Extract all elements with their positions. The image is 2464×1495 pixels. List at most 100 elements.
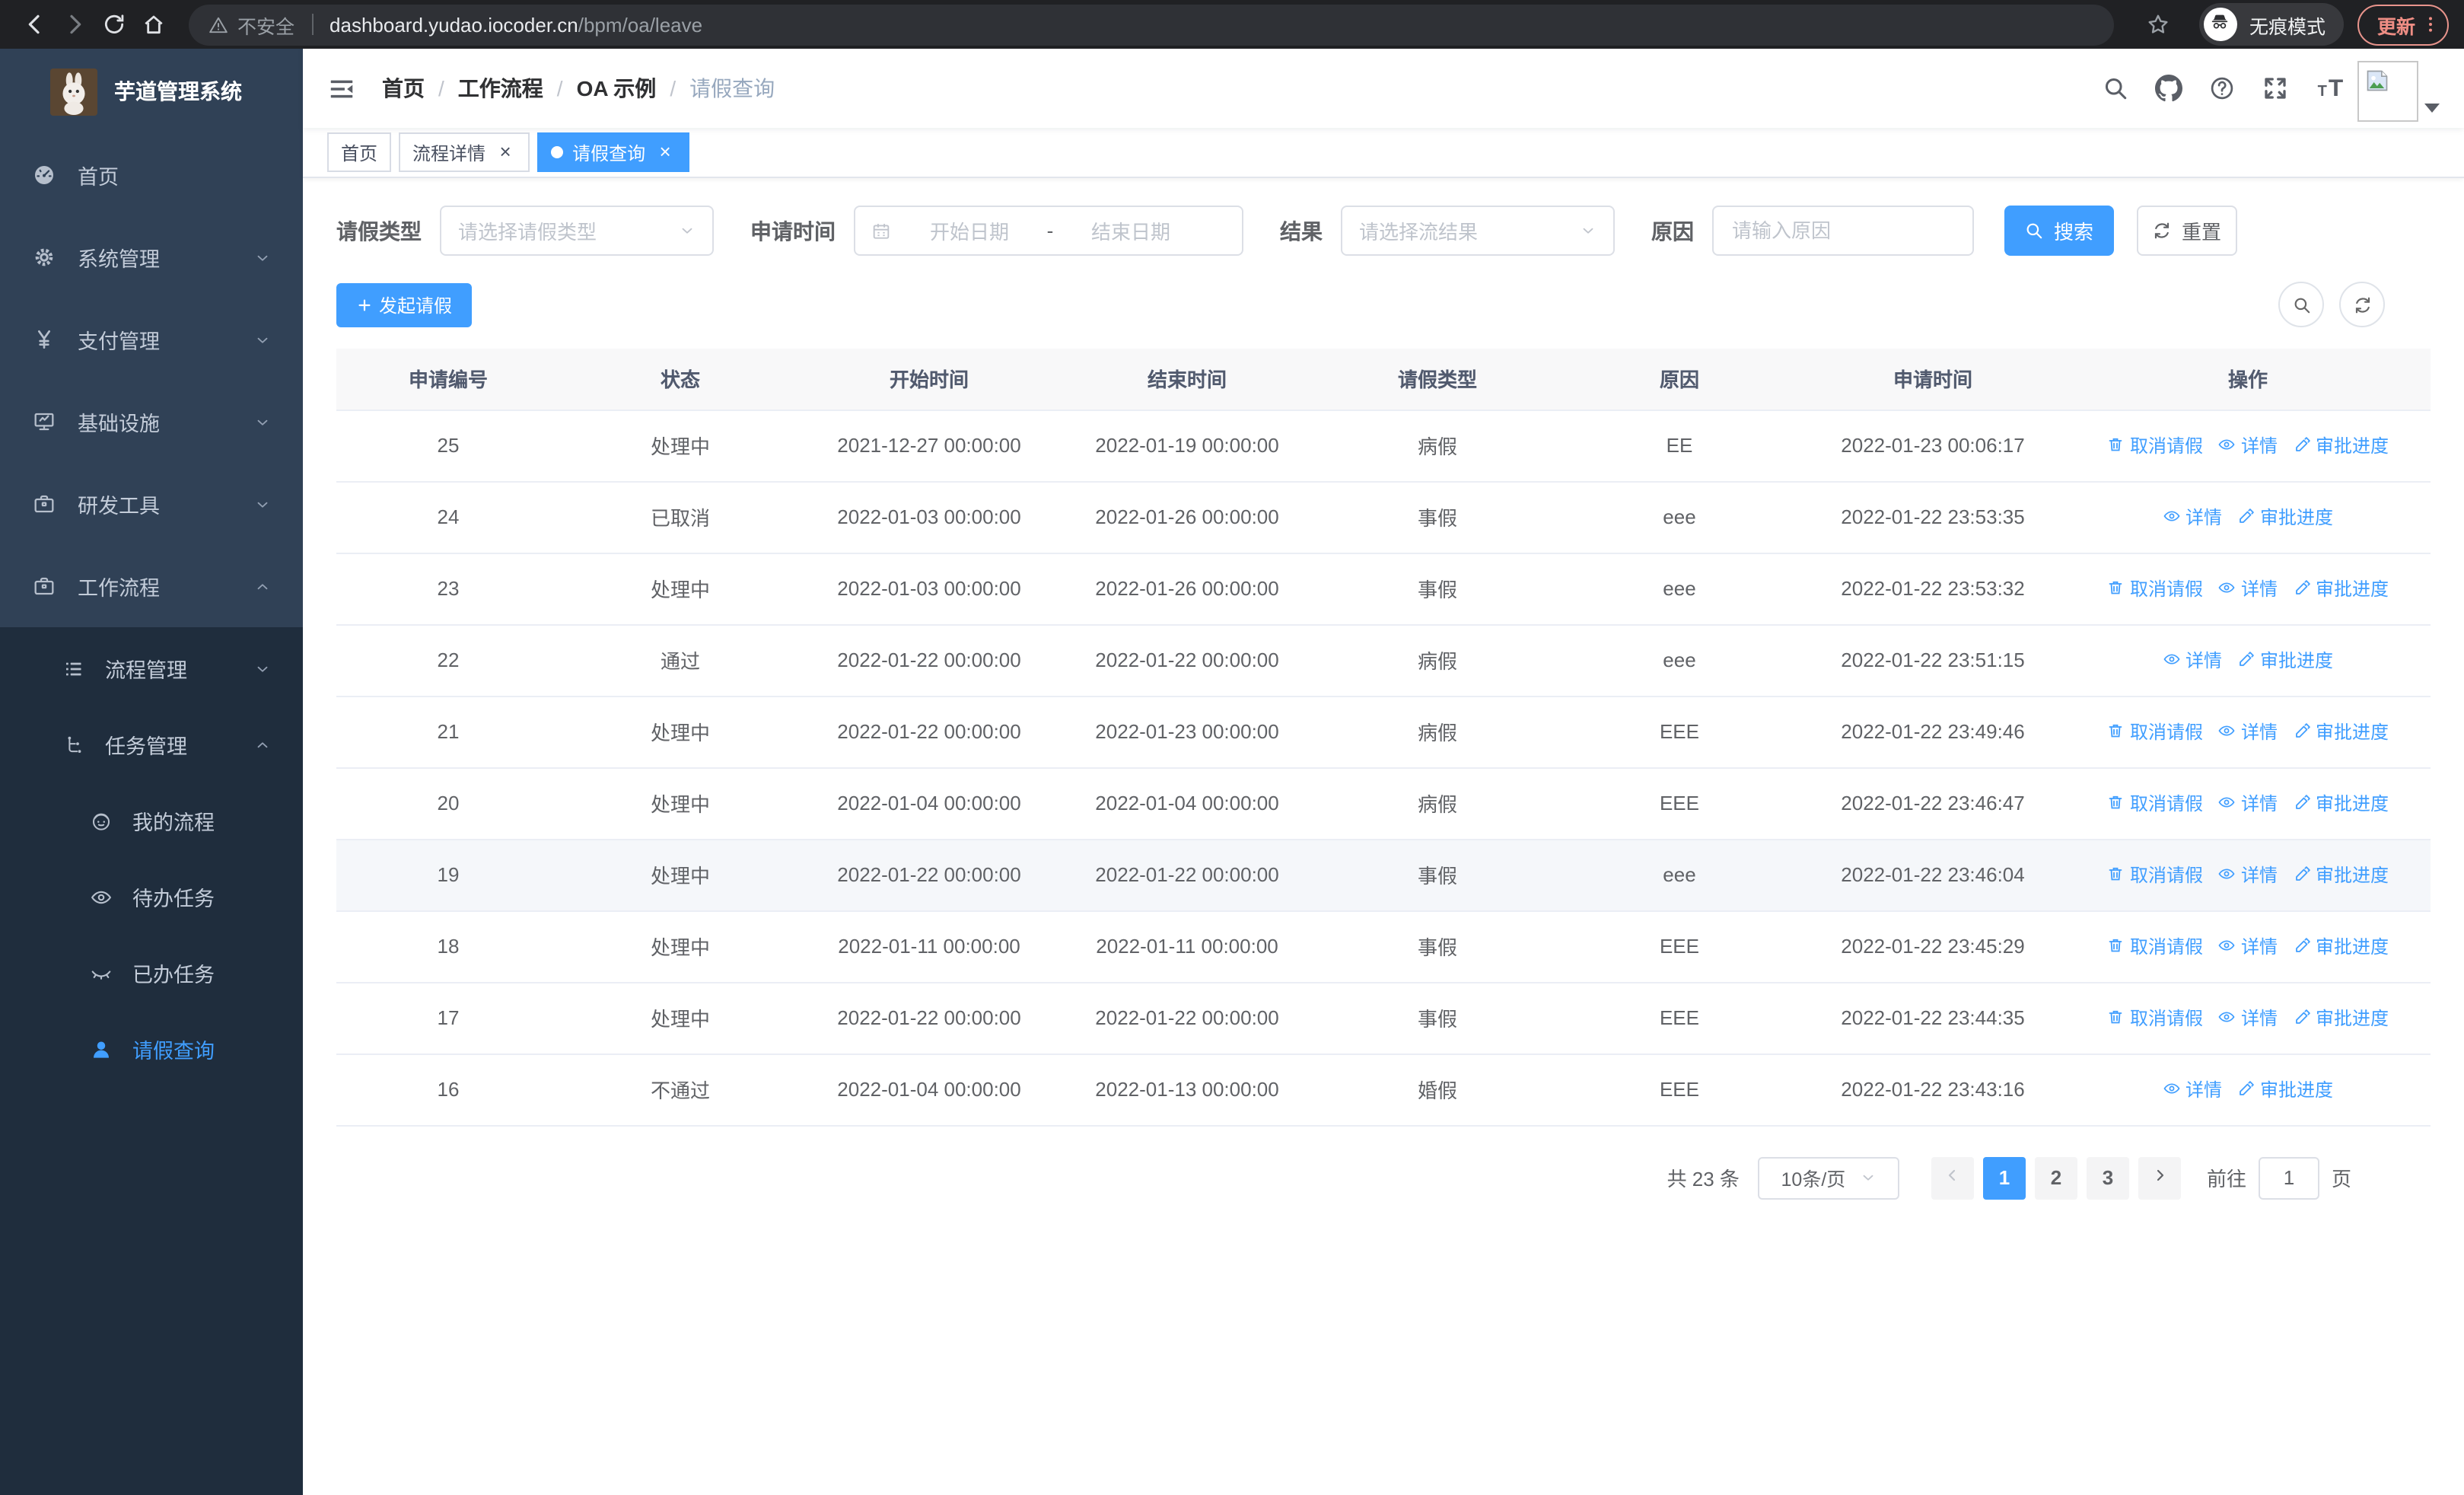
refresh-table-button[interactable] [2339, 282, 2385, 327]
tab-process-detail[interactable]: 流程详情 × [399, 132, 530, 172]
detail-link[interactable]: 详情 [2218, 862, 2278, 888]
github-button[interactable] [2155, 75, 2182, 102]
sidebar-item-label: 研发工具 [78, 495, 160, 518]
fullscreen-button[interactable] [2262, 75, 2289, 102]
sidebar-item-done-tasks[interactable]: 已办任务 [0, 935, 303, 1011]
apply-time-range-picker[interactable]: 开始日期 - 结束日期 [854, 206, 1243, 256]
detail-link[interactable]: 详情 [2163, 504, 2222, 530]
sidebar-item-process-mgmt[interactable]: 流程管理 [0, 630, 303, 706]
update-button[interactable]: 更新 [2357, 4, 2449, 45]
avatar[interactable] [2357, 61, 2418, 122]
toggle-search-button[interactable] [2278, 282, 2324, 327]
cancel-leave-link[interactable]: 取消请假 [2107, 933, 2203, 959]
sidebar-item-workflow[interactable]: 工作流程 [0, 545, 303, 627]
reload-icon[interactable] [94, 5, 134, 44]
detail-link[interactable]: 详情 [2163, 647, 2222, 673]
reason-input[interactable] [1712, 206, 1974, 256]
goto-page-input[interactable] [2258, 1156, 2319, 1199]
search-button[interactable] [2102, 75, 2129, 102]
progress-link[interactable]: 审批进度 [2293, 1005, 2389, 1031]
sidebar-item-my-process[interactable]: 我的流程 [0, 783, 303, 859]
sidebar-item-todo-tasks[interactable]: 待办任务 [0, 859, 303, 935]
address-bar[interactable]: 不安全 dashboard.yudao.iocoder.cn/bpm/oa/le… [189, 4, 2114, 45]
progress-link[interactable]: 审批进度 [2293, 575, 2389, 601]
detail-link[interactable]: 详情 [2218, 719, 2278, 744]
detail-link[interactable]: 详情 [2218, 432, 2278, 458]
sidebar-item-infra[interactable]: 基础设施 [0, 381, 303, 463]
navbar-actions: TT [2102, 73, 2348, 104]
prev-page-button[interactable] [1931, 1156, 1974, 1199]
cell-reason: EEE [1558, 910, 1800, 983]
pen-icon [2293, 937, 2311, 955]
pagination: 共 23 条 10条/页 123 前往 页 [336, 1156, 2431, 1199]
browser-menu-icon[interactable] [2420, 14, 2441, 35]
cancel-leave-link[interactable]: 取消请假 [2107, 719, 2203, 744]
page-button-3[interactable]: 3 [2086, 1156, 2129, 1199]
sidebar-item-dev-tools[interactable]: 研发工具 [0, 463, 303, 545]
cell-applied: 2022-01-22 23:49:46 [1800, 696, 2065, 768]
detail-link[interactable]: 详情 [2163, 1076, 2222, 1102]
sidebar-item-payment[interactable]: 支付管理 [0, 298, 303, 381]
cell-type: 病假 [1316, 624, 1558, 696]
progress-link[interactable]: 审批进度 [2293, 719, 2389, 744]
page-button-1[interactable]: 1 [1982, 1156, 2026, 1199]
logo: 芋道管理系统 [0, 49, 303, 134]
bookmark-star-icon[interactable] [2138, 5, 2178, 44]
next-page-button[interactable] [2138, 1156, 2181, 1199]
cell-end: 2022-01-22 00:00:00 [1058, 982, 1316, 1054]
breadcrumb: 首页 / 工作流程 / OA 示例 / 请假查询 [382, 73, 775, 104]
briefcase-icon [32, 492, 56, 516]
page-size-select[interactable]: 10条/页 [1757, 1156, 1899, 1199]
cancel-leave-link[interactable]: 取消请假 [2107, 862, 2203, 888]
tab-close-icon[interactable]: × [495, 141, 516, 163]
cell-end: 2022-01-26 00:00:00 [1058, 553, 1316, 625]
cancel-leave-link[interactable]: 取消请假 [2107, 790, 2203, 816]
detail-link[interactable]: 详情 [2218, 790, 2278, 816]
progress-link[interactable]: 审批进度 [2237, 504, 2333, 530]
sidebar-item-task-mgmt[interactable]: 任务管理 [0, 706, 303, 783]
font-size-button[interactable]: TT [2315, 73, 2348, 104]
tab-leave-query[interactable]: 请假查询 × [537, 132, 690, 172]
leave-type-select[interactable]: 请选择请假类型 [440, 206, 714, 256]
result-label: 结果 [1280, 218, 1323, 243]
progress-link[interactable]: 审批进度 [2293, 432, 2389, 458]
cancel-leave-link[interactable]: 取消请假 [2107, 1005, 2203, 1031]
result-select[interactable]: 请选择流结果 [1341, 206, 1615, 256]
search-button[interactable]: 搜索 [2004, 206, 2114, 256]
progress-link[interactable]: 审批进度 [2237, 647, 2333, 673]
sidebar-collapse-button[interactable] [327, 74, 356, 103]
cell-reason: EEE [1558, 696, 1800, 768]
progress-link[interactable]: 审批进度 [2293, 790, 2389, 816]
cell-start: 2022-01-03 00:00:00 [801, 481, 1058, 553]
cell-status: 处理中 [560, 910, 801, 983]
tab-close-icon[interactable]: × [654, 141, 676, 163]
chevron-up-icon [254, 578, 271, 594]
breadcrumb-separator: / [556, 76, 563, 100]
breadcrumb-item[interactable]: 首页 [382, 73, 425, 104]
detail-link[interactable]: 详情 [2218, 933, 2278, 959]
op-link-label: 详情 [2240, 864, 2278, 886]
question-button[interactable] [2208, 75, 2236, 102]
tab-home[interactable]: 首页 [327, 132, 392, 172]
caret-down-icon[interactable] [2424, 104, 2440, 113]
sidebar-item-leave-query[interactable]: 请假查询 [0, 1011, 303, 1087]
sidebar-item-home[interactable]: 首页 [0, 134, 303, 216]
detail-link[interactable]: 详情 [2218, 1005, 2278, 1031]
cancel-leave-link[interactable]: 取消请假 [2107, 432, 2203, 458]
create-leave-button[interactable]: 发起请假 [336, 282, 473, 327]
detail-link[interactable]: 详情 [2218, 575, 2278, 601]
back-icon[interactable] [15, 5, 55, 44]
page-button-2[interactable]: 2 [2034, 1156, 2077, 1199]
home-icon[interactable] [134, 5, 173, 44]
progress-link[interactable]: 审批进度 [2237, 1076, 2333, 1102]
breadcrumb-item[interactable]: 工作流程 [458, 73, 543, 104]
sidebar-item-system[interactable]: 系统管理 [0, 216, 303, 298]
user-menu [2357, 49, 2440, 128]
breadcrumb-item[interactable]: OA 示例 [577, 73, 657, 104]
progress-link[interactable]: 审批进度 [2293, 862, 2389, 888]
reset-button[interactable]: 重置 [2137, 206, 2237, 256]
forward-icon[interactable] [55, 5, 94, 44]
cancel-leave-link[interactable]: 取消请假 [2107, 575, 2203, 601]
progress-link[interactable]: 审批进度 [2293, 933, 2389, 959]
pen-icon [2293, 1009, 2311, 1027]
